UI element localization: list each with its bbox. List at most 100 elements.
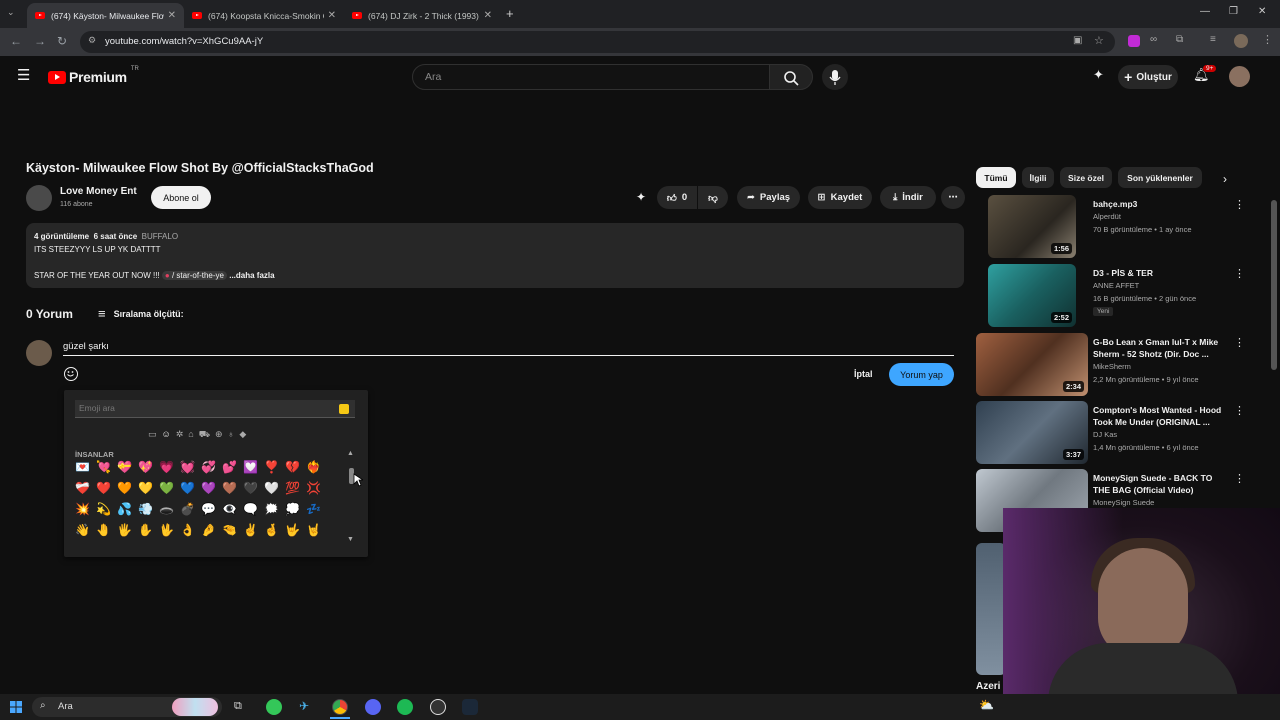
chrome-taskbar-icon[interactable] (332, 699, 348, 715)
show-more-link[interactable]: ...daha fazla (229, 271, 274, 280)
emoji-cell[interactable]: 💙 (180, 479, 201, 497)
emoji-cell[interactable]: 🤘 (306, 521, 327, 539)
emoji-cell[interactable]: 💚 (159, 479, 180, 497)
emoji-cell[interactable]: 💤 (306, 500, 327, 518)
emoji-cell[interactable]: 💟 (243, 458, 264, 476)
account-avatar[interactable] (1229, 66, 1250, 87)
more-vertical-icon[interactable]: ⋮ (1234, 336, 1245, 349)
extensions-puzzle-icon[interactable]: ⧉ (1176, 34, 1183, 45)
close-tab-icon[interactable]: ✕ (168, 10, 176, 21)
emoji-cell[interactable]: 💓 (180, 458, 201, 476)
emoji-cell[interactable]: 💖 (138, 458, 159, 476)
emoji-cell[interactable]: 💝 (117, 458, 138, 476)
emoji-category-icon[interactable]: ⛟ (199, 429, 210, 441)
new-tab-icon[interactable]: + (506, 6, 514, 21)
emoji-cell[interactable]: 👁️‍🗨️ (222, 500, 243, 518)
recommendation-item[interactable]: 2:34 G-Bo Lean x Gman lul-T x Mike Sherm… (976, 333, 1256, 399)
emoji-cell[interactable]: 💣 (180, 500, 201, 518)
save-button[interactable]: ⊞ Kaydet (808, 186, 872, 209)
recommendation-channel[interactable]: MikeSherm (1093, 362, 1131, 371)
close-tab-icon[interactable]: ✕ (328, 10, 336, 21)
emoji-category-icon[interactable]: ♁ (228, 429, 235, 441)
windows-start-icon[interactable] (10, 701, 22, 713)
video-thumbnail[interactable]: 2:52 (988, 264, 1076, 327)
description-link[interactable]: / star-of-the-ye (172, 271, 224, 280)
emoji-cell[interactable]: 💔 (285, 458, 306, 476)
close-tab-icon[interactable]: ✕ (484, 10, 492, 21)
emoji-category-icon[interactable]: ◆ (239, 429, 246, 441)
video-thumbnail[interactable]: 1:56 (988, 195, 1076, 258)
recommendation-channel[interactable]: DJ Kas (1093, 430, 1117, 439)
recommendation-title[interactable]: Compton's Most Wanted - Hood Took Me Und… (1093, 404, 1228, 428)
emoji-cell[interactable]: ❤️‍🩹 (75, 479, 96, 497)
discord-taskbar-icon[interactable] (365, 699, 381, 715)
more-vertical-icon[interactable]: ⋮ (1234, 472, 1245, 485)
emoji-category-icon[interactable]: ⊕ (215, 429, 223, 441)
video-description[interactable]: 4 görüntüleme 6 saat önce BUFFALO ITS ST… (26, 223, 964, 288)
emoji-cell[interactable]: 🤌 (201, 521, 222, 539)
video-thumbnail[interactable]: 2:34 (976, 333, 1088, 396)
download-button[interactable]: ⤓ İndir (880, 186, 936, 209)
emoji-cell[interactable]: 🤚 (96, 521, 117, 539)
emoji-category-icon[interactable]: ☺ (162, 429, 171, 441)
chip-recently-uploaded[interactable]: Son yüklenenler (1118, 167, 1202, 188)
obs-taskbar-icon[interactable] (430, 699, 446, 715)
skin-tone-selector-icon[interactable] (339, 404, 349, 414)
premium-diamond-icon[interactable]: ✦ (636, 190, 646, 204)
share-button[interactable]: ➦ Paylaş (737, 186, 800, 209)
emoji-cell[interactable]: 💌 (75, 458, 96, 476)
emoji-cell[interactable]: 🤞 (264, 521, 285, 539)
emoji-category-icon[interactable]: ▭ (148, 429, 157, 441)
emoji-cell[interactable]: 💘 (96, 458, 117, 476)
emoji-picker-toggle-icon[interactable] (64, 367, 78, 381)
browser-tab-3[interactable]: (674) DJ Zirk - 2 Thick (1993) - ✕ (344, 3, 500, 28)
emoji-cell[interactable]: 🤎 (222, 479, 243, 497)
emoji-search-input[interactable]: Emoji ara (75, 400, 355, 418)
cast-icon[interactable]: ▣ (1073, 35, 1082, 46)
chip-for-you[interactable]: Size özel (1060, 167, 1112, 188)
app-icon-green[interactable] (266, 699, 282, 715)
recommendation-title[interactable]: G-Bo Lean x Gman lul-T x Mike Sherm - 52… (1093, 336, 1228, 360)
like-button[interactable]: 👍︎ 0 (657, 186, 697, 209)
emoji-cell[interactable]: 🤏 (222, 521, 243, 539)
recommendation-title[interactable]: Azeri (976, 681, 1000, 692)
emoji-cell[interactable]: ❤️ (96, 479, 117, 497)
emoji-cell[interactable]: 💗 (159, 458, 180, 476)
scroll-down-icon[interactable]: ▼ (347, 536, 354, 543)
reading-list-icon[interactable]: ≡ (1210, 34, 1216, 45)
video-thumbnail[interactable]: 3:37 (976, 401, 1088, 464)
more-vertical-icon[interactable]: ⋮ (1234, 198, 1245, 211)
emoji-cell[interactable]: 🤍 (264, 479, 285, 497)
chip-all[interactable]: Tümü (976, 167, 1016, 188)
recommendation-channel[interactable]: MoneySign Suede (1093, 498, 1154, 507)
subscribe-button[interactable]: Abone ol (151, 186, 211, 209)
emoji-cell[interactable]: 💕 (222, 458, 243, 476)
cancel-button[interactable]: İptal (854, 369, 873, 379)
emoji-cell[interactable]: 🗨️ (243, 500, 264, 518)
profile-avatar[interactable] (1234, 34, 1248, 48)
forward-icon[interactable]: → (34, 34, 46, 48)
emoji-cell[interactable]: 🖐️ (117, 521, 138, 539)
chevron-right-icon[interactable]: › (1223, 172, 1227, 186)
emoji-cell[interactable]: 💢 (306, 479, 327, 497)
back-icon[interactable]: ← (10, 34, 22, 48)
emoji-cell[interactable]: 🤟 (285, 521, 306, 539)
browser-tab-2[interactable]: (674) Koopsta Knicca-Smokin O ✕ (184, 3, 344, 28)
steam-taskbar-icon[interactable] (462, 699, 478, 715)
recommendation-channel[interactable]: Alperdüt (1093, 212, 1121, 221)
recommendation-channel[interactable]: ANNE AFFET (1093, 281, 1139, 290)
emoji-cell[interactable]: ✌️ (243, 521, 264, 539)
browser-tab-1[interactable]: (674) Käyston- Milwaukee Flow ✕ (27, 3, 184, 28)
emoji-cell[interactable]: 💯 (285, 479, 306, 497)
emoji-category-icon[interactable]: ✲ (176, 429, 184, 441)
more-actions-button[interactable]: ⋯ (941, 186, 965, 209)
search-input[interactable]: Ara (412, 64, 770, 90)
emoji-cell[interactable]: 💫 (96, 500, 117, 518)
address-bar[interactable]: ⚙ youtube.com/watch?v=XhGCu9AA-jY ▣ ☆ (80, 31, 1115, 53)
emoji-cell[interactable]: 🕳️ (159, 500, 180, 518)
recommendation-item[interactable]: 1:56 bahçe.mp3 Alperdüt 70 B görüntüleme… (976, 195, 1256, 261)
emoji-category-icon[interactable]: ⌂ (188, 429, 193, 441)
recommendation-title[interactable]: D3 - PİS & TER (1093, 267, 1228, 279)
emoji-cell[interactable]: 🖤 (243, 479, 264, 497)
glasses-extension-icon[interactable]: ∞ (1150, 34, 1157, 45)
